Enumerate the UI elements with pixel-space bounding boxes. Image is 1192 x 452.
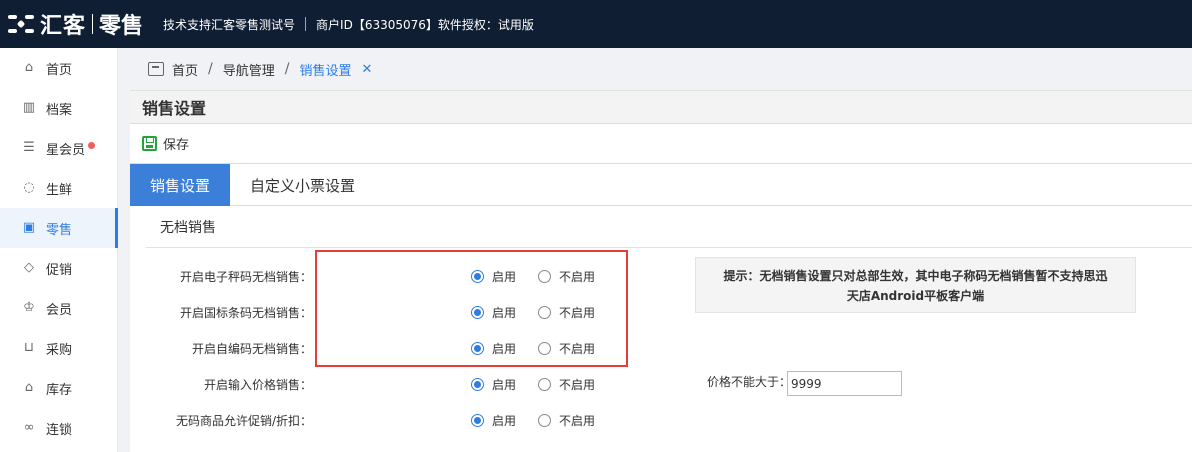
close-tab-icon[interactable]: ✕: [361, 62, 372, 77]
sidebar-item-member[interactable]: ♔ 会员: [0, 288, 117, 328]
radio-circle: [538, 413, 552, 427]
price-limit-label: 价格不能大于：: [707, 375, 792, 389]
tab-bar: 销售设置 自定义小票设置: [130, 164, 1192, 206]
breadcrumb-separator: /: [208, 61, 213, 77]
sidebar-item-label: 连锁: [46, 422, 73, 438]
top-bar: 汇客 零售 技术支持汇客零售测试号 商户ID【63305076】软件授权：试用版: [0, 0, 1192, 48]
breadcrumb-nav-manage[interactable]: 导航管理: [223, 60, 275, 79]
product-name: 零售: [99, 14, 144, 39]
brand-name: 汇客: [40, 14, 87, 39]
form-label: 开启电子秤码无档销售：: [179, 269, 312, 284]
page-title: 销售设置: [130, 90, 1192, 124]
cart-icon: ⊔: [23, 340, 35, 355]
sidebar-item-label: 档案: [46, 102, 73, 118]
radio-enable[interactable]: 启用: [471, 412, 516, 429]
sidebar-item-label: 促销: [46, 262, 73, 278]
toolbar: 保存: [130, 124, 1192, 164]
save-icon: [142, 136, 157, 151]
radio-label: 启用: [492, 377, 517, 392]
sidebar-item-purchase[interactable]: ⊔ 采购: [0, 328, 117, 368]
form-label: 开启国标条码无档销售：: [179, 305, 312, 320]
notification-dot: [88, 141, 96, 149]
tip-box: 提示：无档销售设置只对总部生效，其中电子称码无档销售暂不支持思迅 天店Andro…: [695, 257, 1136, 313]
sidebar-item-label: 生鲜: [46, 182, 73, 198]
breadcrumb: 首页 / 导航管理 / 销售设置 ✕: [130, 48, 1192, 90]
tab-custom-receipt[interactable]: 自定义小票设置: [230, 164, 375, 206]
bag-icon: ▣: [22, 220, 36, 235]
sidebar-item-label: 采购: [46, 342, 73, 358]
form-label: 无码商品允许促销/折扣：: [175, 413, 312, 428]
breadcrumb-separator: /: [284, 61, 290, 77]
save-button[interactable]: 保存: [142, 134, 189, 153]
tag-icon: ◇: [24, 260, 34, 275]
chain-icon: ∞: [23, 420, 35, 435]
save-label: 保存: [163, 138, 190, 153]
sidebar-item-label: 会员: [46, 302, 73, 318]
radio-enable[interactable]: 启用: [471, 376, 516, 393]
main-panel: 销售设置 保存 销售设置 自定义小票设置 无档销售 开启电子秤码无档销售： 启用…: [130, 90, 1192, 452]
radio-label: 不启用: [559, 377, 596, 392]
sidebar-item-promotion[interactable]: ◇ 促销: [0, 248, 117, 288]
logo-mark-icon: [8, 13, 34, 35]
sidebar-item-home[interactable]: ⌂ 首页: [0, 48, 117, 88]
support-text: 技术支持汇客零售测试号: [163, 17, 296, 32]
price-limit-input[interactable]: [787, 371, 902, 396]
crown-icon: ♔: [23, 300, 35, 315]
sidebar-item-label: 零售: [46, 222, 73, 238]
highlight-box: [315, 250, 628, 367]
tip-line-1: 提示：无档销售设置只对总部生效，其中电子称码无档销售暂不支持思迅: [723, 269, 1108, 283]
sidebar-item-archive[interactable]: ▥ 档案: [0, 88, 117, 128]
home-icon: ⌂: [24, 60, 34, 75]
logo: 汇客 零售: [0, 0, 143, 48]
radio-disable[interactable]: 不启用: [538, 376, 595, 393]
form-label: 开启输入价格销售：: [203, 377, 312, 392]
radio-label: 启用: [492, 413, 517, 428]
home-icon[interactable]: [148, 62, 164, 76]
radio-circle: [471, 413, 484, 427]
tab-sales-settings[interactable]: 销售设置: [130, 164, 231, 206]
merchant-text: 商户ID【63305076】软件授权：试用版: [316, 17, 534, 32]
archive-icon: ▥: [22, 100, 36, 115]
sidebar-item-star-member[interactable]: ☰ 星会员: [0, 128, 117, 168]
apple-icon: ◌: [23, 180, 35, 195]
sidebar-item-label: 库存: [46, 382, 73, 398]
sidebar: ⌂ 首页 ▥ 档案 ☰ 星会员 ◌ 生鲜 ▣ 零售 ◇ 促销 ♔ 会员 ⊔ 采购…: [0, 48, 118, 452]
form-row-allow-promo: 无码商品允许促销/折扣： 启用 不启用: [130, 402, 617, 438]
breadcrumb-current[interactable]: 销售设置: [299, 60, 351, 79]
radio-circle: [471, 377, 484, 391]
radio-circle: [538, 377, 552, 391]
content-gutter: [118, 48, 130, 452]
sidebar-item-chain[interactable]: ∞ 连锁: [0, 408, 117, 448]
sidebar-item-label: 星会员: [46, 142, 86, 158]
sidebar-item-label: 首页: [46, 62, 73, 78]
logo-divider: [92, 14, 94, 34]
sidebar-item-fresh[interactable]: ◌ 生鲜: [0, 168, 117, 208]
tip-line-2: 天店Android平板客户端: [846, 289, 985, 303]
info-divider: [305, 17, 307, 31]
form-row-input-price: 开启输入价格销售： 启用 不启用: [130, 366, 617, 402]
warehouse-icon: ⌂: [24, 380, 34, 395]
radio-label: 不启用: [559, 413, 596, 428]
radio-disable[interactable]: 不启用: [538, 412, 595, 429]
star-member-icon: ☰: [23, 140, 35, 155]
section-title: 无档销售: [146, 206, 1192, 248]
account-info: 技术支持汇客零售测试号 商户ID【63305076】软件授权：试用版: [163, 16, 534, 33]
form-label: 开启自编码无档销售：: [191, 341, 312, 356]
breadcrumb-home[interactable]: 首页: [172, 60, 198, 79]
sidebar-item-inventory[interactable]: ⌂ 库存: [0, 368, 117, 408]
sidebar-item-retail[interactable]: ▣ 零售: [0, 208, 118, 248]
